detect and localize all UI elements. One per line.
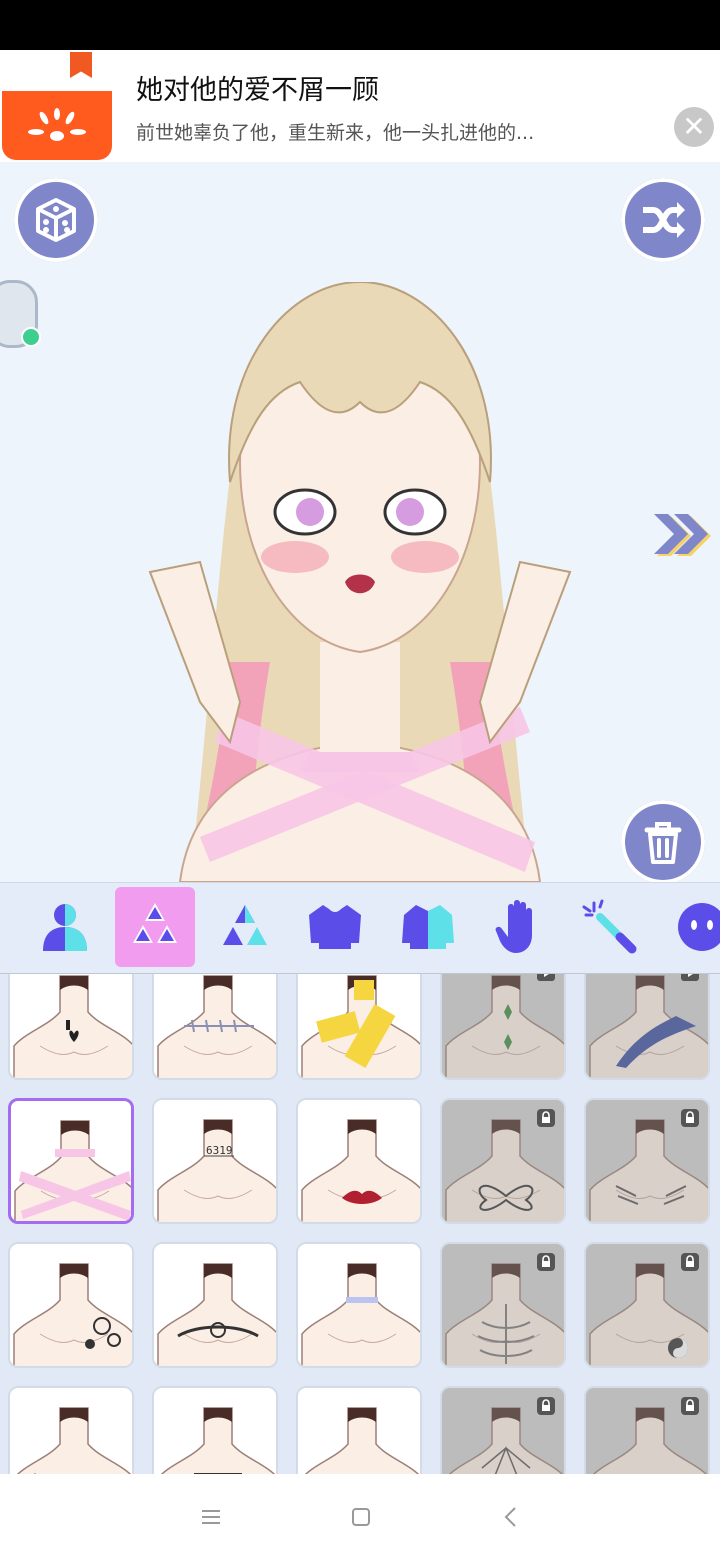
grid-item[interactable] [440, 974, 566, 1080]
grid-item[interactable]: 6319 [152, 1098, 278, 1224]
torso-preview-image [16, 1407, 132, 1474]
bust-icon [43, 904, 87, 951]
grid-item[interactable] [440, 1098, 566, 1224]
shuffle-icon [643, 202, 685, 238]
triangles-icon [133, 903, 177, 943]
random-dice-button[interactable] [14, 178, 98, 262]
torso-preview-image [442, 974, 564, 1078]
lock-icon [537, 1397, 555, 1415]
tab-top[interactable] [295, 887, 375, 967]
lock-icon [681, 1253, 699, 1271]
grid-item[interactable] [584, 1242, 710, 1368]
grid-item[interactable] [8, 974, 134, 1080]
grid-item[interactable] [296, 974, 422, 1080]
tab-jacket[interactable] [388, 887, 468, 967]
item-grid: 6319 [0, 974, 720, 1474]
torso-preview-image [586, 974, 708, 1078]
lock-icon [681, 1397, 699, 1415]
hand-icon [495, 900, 532, 953]
grid-item[interactable] [152, 974, 278, 1080]
grid-item[interactable] [8, 1098, 134, 1224]
video-ad-icon [537, 974, 555, 981]
torso-preview-image [301, 975, 420, 1078]
torso-preview-image [13, 1263, 132, 1366]
lock-icon [681, 1109, 699, 1127]
grid-item[interactable] [296, 1242, 422, 1368]
torso-preview-image [304, 1407, 420, 1474]
trash-icon [644, 822, 682, 864]
grid-item[interactable] [8, 1386, 134, 1474]
grid-item[interactable] [296, 1098, 422, 1224]
grid-item[interactable] [296, 1386, 422, 1474]
wand-icon [582, 899, 637, 954]
torso-preview-image [157, 975, 276, 1078]
torso-preview-image [301, 1263, 420, 1366]
home-icon[interactable] [346, 1502, 376, 1532]
status-bar [0, 0, 720, 50]
jacket-icon [402, 905, 454, 949]
ad-banner[interactable]: 她对他的爱不屑一顾 前世她辜负了他，重生新来，他一头扎进他的... ✕ ◢◢ 广… [0, 50, 720, 204]
tab-wand[interactable] [570, 887, 650, 967]
barcode-text: 6319 [206, 1144, 233, 1157]
ad-title[interactable]: 她对他的爱不屑一顾 [136, 68, 379, 107]
lock-icon [537, 1109, 555, 1127]
torso-preview-image [157, 1119, 276, 1222]
grid-item[interactable] [584, 1098, 710, 1224]
back-icon[interactable] [496, 1502, 526, 1532]
bookmark-icon [70, 52, 92, 78]
torso-preview-image [157, 1263, 276, 1366]
category-tab-bar [0, 882, 720, 975]
shuffle-button[interactable] [621, 178, 705, 262]
triangles-color-icon [223, 905, 267, 945]
torso-preview-image [13, 975, 132, 1078]
tab-hand[interactable] [480, 887, 560, 967]
grid-item[interactable] [152, 1386, 278, 1474]
lock-icon [537, 1253, 555, 1271]
grid-item[interactable] [8, 1242, 134, 1368]
tab-face[interactable] [662, 887, 720, 967]
next-arrow-icon[interactable] [652, 512, 712, 556]
tomato-logo-icon [28, 108, 86, 141]
grid-item[interactable] [440, 1242, 566, 1368]
online-status-icon [21, 327, 41, 347]
tab-body[interactable] [25, 887, 105, 967]
torso-preview-image [301, 1119, 420, 1222]
grid-item[interactable] [584, 974, 710, 1080]
system-nav-bar [0, 1474, 720, 1560]
user-avatar[interactable] [0, 280, 41, 348]
ad-description[interactable]: 前世她辜负了他，重生新来，他一头扎进他的... [136, 118, 534, 145]
grid-item[interactable] [152, 1242, 278, 1368]
tab-tattoo[interactable] [115, 887, 195, 967]
shirt-icon [309, 905, 361, 949]
grid-item[interactable] [584, 1386, 710, 1474]
torso-preview-image [14, 1120, 131, 1221]
character-illustration [148, 282, 572, 882]
grid-item[interactable] [440, 1386, 566, 1474]
delete-button[interactable] [621, 800, 705, 882]
video-ad-icon [681, 974, 699, 981]
torso-preview-image [160, 1407, 276, 1474]
dice-icon [36, 198, 76, 242]
ad-app-logo[interactable] [2, 52, 112, 160]
menu-icon[interactable] [196, 1502, 226, 1532]
face-icon [678, 903, 720, 951]
character-canvas [0, 162, 720, 882]
tab-pattern[interactable] [205, 887, 285, 967]
ad-close-button[interactable]: ✕ [674, 107, 714, 147]
